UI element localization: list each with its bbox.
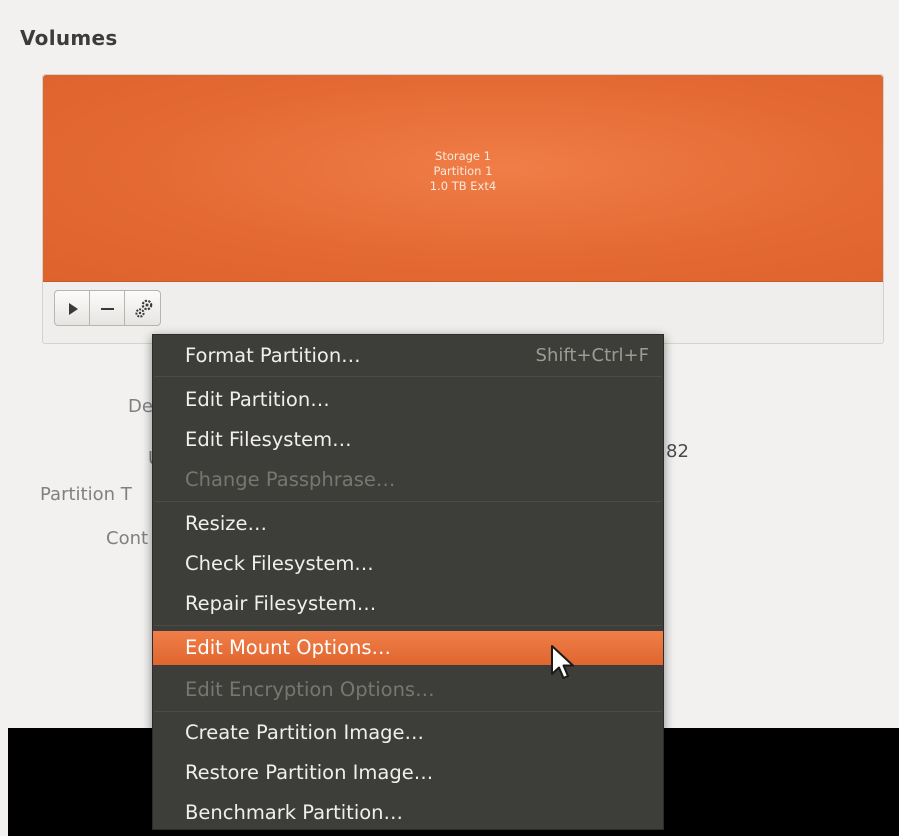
menu-separator bbox=[154, 711, 662, 712]
format-shortcut: Shift+Ctrl+F bbox=[535, 345, 649, 366]
minus-icon bbox=[101, 308, 114, 310]
menu-item-edit-mount-options[interactable]: Edit Mount Options… bbox=[153, 631, 663, 665]
partition-label: Partition 1 bbox=[433, 164, 493, 178]
menu-separator bbox=[154, 501, 662, 502]
uuid-value: 82 bbox=[666, 441, 689, 462]
menu-item-change-passphrase: Change Passphrase… bbox=[185, 468, 396, 491]
menu-item-resize[interactable]: Resize… bbox=[153, 507, 663, 541]
volumes-heading: Volumes bbox=[20, 26, 118, 50]
menu-separator bbox=[154, 625, 662, 626]
partition-block[interactable]: Storage 1 Partition 1 1.0 TB Ext4 bbox=[43, 75, 883, 282]
menu-item-edit-encryption-options: Edit Encryption Options… bbox=[185, 678, 435, 701]
menu-item-format-partition[interactable]: Format Partition… Shift+Ctrl+F bbox=[153, 339, 663, 373]
partition-type-label: Partition T bbox=[40, 484, 132, 505]
menu-item-repair-filesystem[interactable]: Repair Filesystem… bbox=[153, 587, 663, 621]
partition-size: 1.0 TB Ext4 bbox=[429, 179, 497, 193]
menu-item-check-filesystem[interactable]: Check Filesystem… bbox=[153, 547, 663, 581]
delete-partition-button[interactable] bbox=[89, 290, 125, 326]
device-label: De bbox=[128, 396, 153, 417]
play-icon bbox=[69, 303, 78, 315]
menu-separator bbox=[154, 376, 662, 377]
menu-item-create-partition-image[interactable]: Create Partition Image… bbox=[153, 716, 663, 750]
menu-item-restore-partition-image[interactable]: Restore Partition Image… bbox=[153, 756, 663, 790]
partition-info: Storage 1 Partition 1 1.0 TB Ext4 bbox=[43, 149, 883, 194]
mount-button[interactable] bbox=[54, 290, 90, 326]
gears-icon bbox=[135, 299, 153, 318]
menu-item-label: Format Partition… bbox=[185, 344, 361, 367]
mouse-pointer-icon bbox=[551, 645, 574, 679]
volume-map: Storage 1 Partition 1 1.0 TB Ext4 bbox=[42, 74, 884, 344]
partition-options-button[interactable] bbox=[124, 290, 161, 326]
contents-label: Cont bbox=[106, 528, 149, 549]
menu-item-benchmark-partition[interactable]: Benchmark Partition… bbox=[153, 796, 663, 830]
menu-item-edit-filesystem[interactable]: Edit Filesystem… bbox=[153, 423, 663, 457]
partition-context-menu: Format Partition… Shift+Ctrl+F Edit Part… bbox=[152, 334, 664, 830]
menu-item-edit-partition[interactable]: Edit Partition… bbox=[153, 383, 663, 417]
partition-name: Storage 1 bbox=[435, 149, 491, 163]
